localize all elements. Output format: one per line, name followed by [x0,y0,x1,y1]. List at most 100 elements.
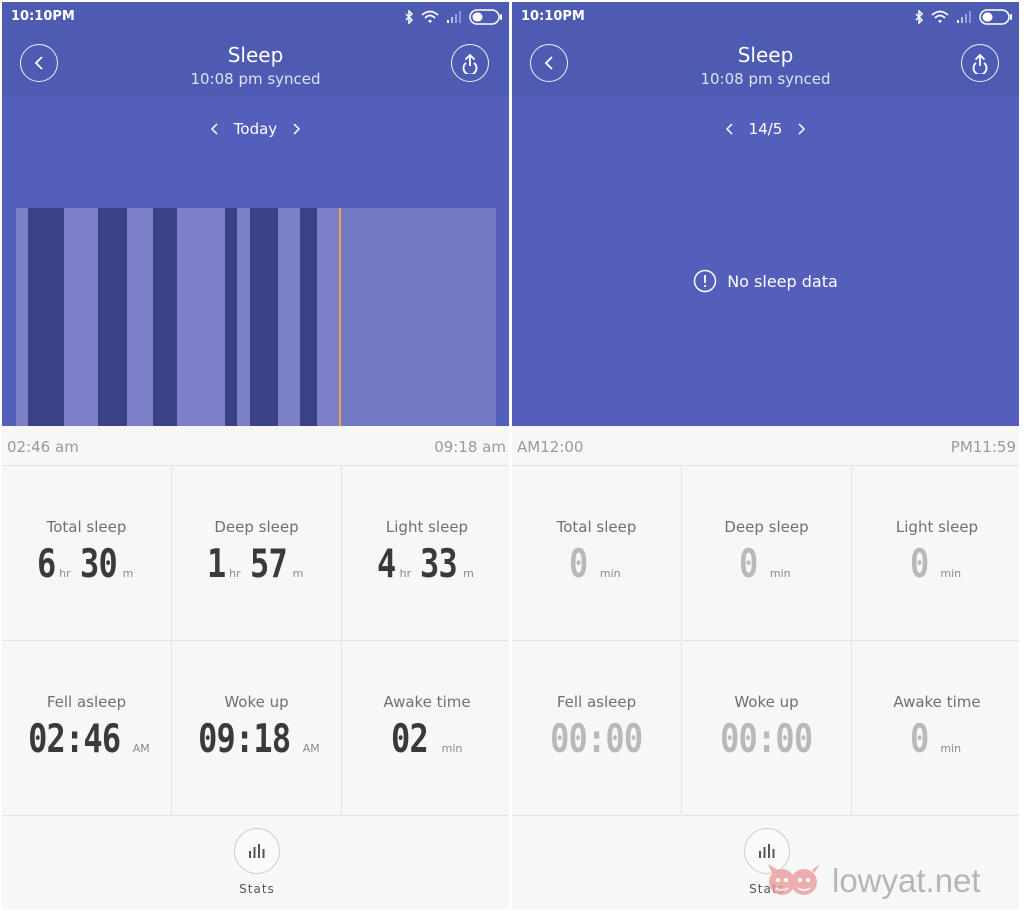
metric-value: 4 hr 33 m [342,542,509,587]
metric-fell-asleep: Fell asleep 00:00 [512,641,682,816]
metric-unit: hr [399,567,412,580]
app-header: Sleep 10:08 pm synced [512,32,1019,96]
metric-unit: min [940,742,962,755]
metric-number: 1 [206,542,226,587]
metric-unit: min [441,742,463,755]
status-icons [915,9,1013,25]
next-day-button[interactable] [291,122,301,136]
metric-woke-up: Woke up 09:18 AM [172,641,342,816]
metric-label: Woke up [224,693,289,711]
sleep-screen-today: 10:10PM Sleep 10:08 pm synced Today 02:4… [2,2,509,909]
date-label: Today [233,120,278,138]
metric-label: Awake time [893,693,981,711]
metric-unit: m [292,567,304,580]
metric-number: 30 [79,542,118,587]
wifi-icon [931,10,949,23]
bluetooth-icon [915,10,924,24]
metric-value: 00:00 [512,717,681,762]
chevron-left-icon [210,123,218,135]
metric-light-sleep: Light sleep 0 min [852,466,1019,641]
metric-number: 00:00 [720,717,813,762]
metric-unit: min [940,567,962,580]
date-nav: 14/5 [512,120,1019,138]
metric-value: 6 hr 30 m [2,542,171,587]
time-axis: 02:46 am 09:18 am [2,426,509,466]
metric-number: 0 [909,542,929,587]
deep-sleep-segment [300,208,317,426]
previous-day-button[interactable] [210,122,220,136]
share-icon [462,53,478,74]
metric-value: 0 min [852,542,1019,587]
light-sleep-segment [16,208,28,426]
watermark-text: lowyat.net [832,862,981,899]
metric-unit: hr [59,567,71,580]
metric-label: Total sleep [46,518,127,536]
light-sleep-segment [317,208,339,426]
metric-unit: min [769,567,791,580]
status-bar: 10:10PM [2,2,509,32]
metric-unit: m [463,567,474,580]
axis-end-time: 09:18 am [434,438,506,456]
metric-number: 02 [390,717,429,762]
share-button[interactable] [451,44,489,82]
metric-label: Fell asleep [556,693,637,711]
metric-number: 02:46 [28,717,121,762]
sleep-timeline [16,208,496,426]
sleep-metrics-grid: Total sleep 0 min Deep sleep 0 min Light s… [512,466,1019,816]
metric-deep-sleep: Deep sleep 1 hr 57 m [172,466,342,641]
deep-sleep-segment [225,208,237,426]
metric-deep-sleep: Deep sleep 0 min [682,466,852,641]
bar-chart-icon [249,844,265,858]
axis-end-time: PM11:59 [950,438,1016,456]
metric-number: 57 [249,542,288,587]
metric-label: Woke up [734,693,799,711]
metric-number: 4 [377,542,396,587]
metric-value: 00:00 [682,717,851,762]
date-label: 14/5 [748,120,783,138]
metric-value: 0 min [852,717,1019,762]
metric-value: 09:18 AM [172,717,341,762]
sleep-metrics-grid: Total sleep 6 hr 30 m Deep sleep 1 hr 57 m L… [2,466,509,816]
axis-start-time: AM12:00 [517,438,584,456]
remaining-period [341,208,496,426]
light-sleep-segment [127,208,153,426]
share-button[interactable] [961,44,999,82]
next-day-button[interactable] [796,122,806,136]
battery-icon [469,9,502,25]
metric-unit: AM [132,742,150,755]
status-icons [405,9,503,25]
light-sleep-segment [64,208,98,426]
metric-value: 1 hr 57 m [172,542,341,587]
lowyat-watermark: lowyat.net [766,858,1016,904]
metric-number: 33 [420,542,458,587]
date-nav: Today [2,120,509,138]
metric-unit: m [122,567,134,580]
metric-number: 0 [569,542,588,587]
app-header: Sleep 10:08 pm synced [2,32,509,96]
sync-status: 10:08 pm synced [190,70,321,88]
metric-unit: hr [229,567,241,580]
metric-total-sleep: Total sleep 0 min [512,466,682,641]
stats-button[interactable] [234,828,280,874]
metric-value: 02 min [342,717,509,762]
share-icon [972,53,988,74]
metric-total-sleep: Total sleep 6 hr 30 m [2,466,172,641]
metric-value: 0 min [682,542,851,587]
wifi-icon [421,10,439,23]
metric-label: Awake time [383,693,471,711]
chevron-right-icon [798,123,806,135]
time-axis: AM12:00 PM11:59 [512,426,1019,466]
previous-day-button[interactable] [725,122,735,136]
deep-sleep-segment [28,208,64,426]
metric-unit: AM [302,742,320,755]
empty-message: No sleep data [727,271,838,291]
metric-awake-time: Awake time 0 min [852,641,1019,816]
metric-unit: min [599,567,621,580]
metric-number: 00:00 [550,717,643,762]
metric-woke-up: Woke up 00:00 [682,641,852,816]
metric-label: Light sleep [385,518,469,536]
chevron-left-icon [725,123,733,135]
lowyat-mascot-icon [768,864,820,895]
metric-label: Fell asleep [46,693,127,711]
signal-icon [957,11,971,23]
